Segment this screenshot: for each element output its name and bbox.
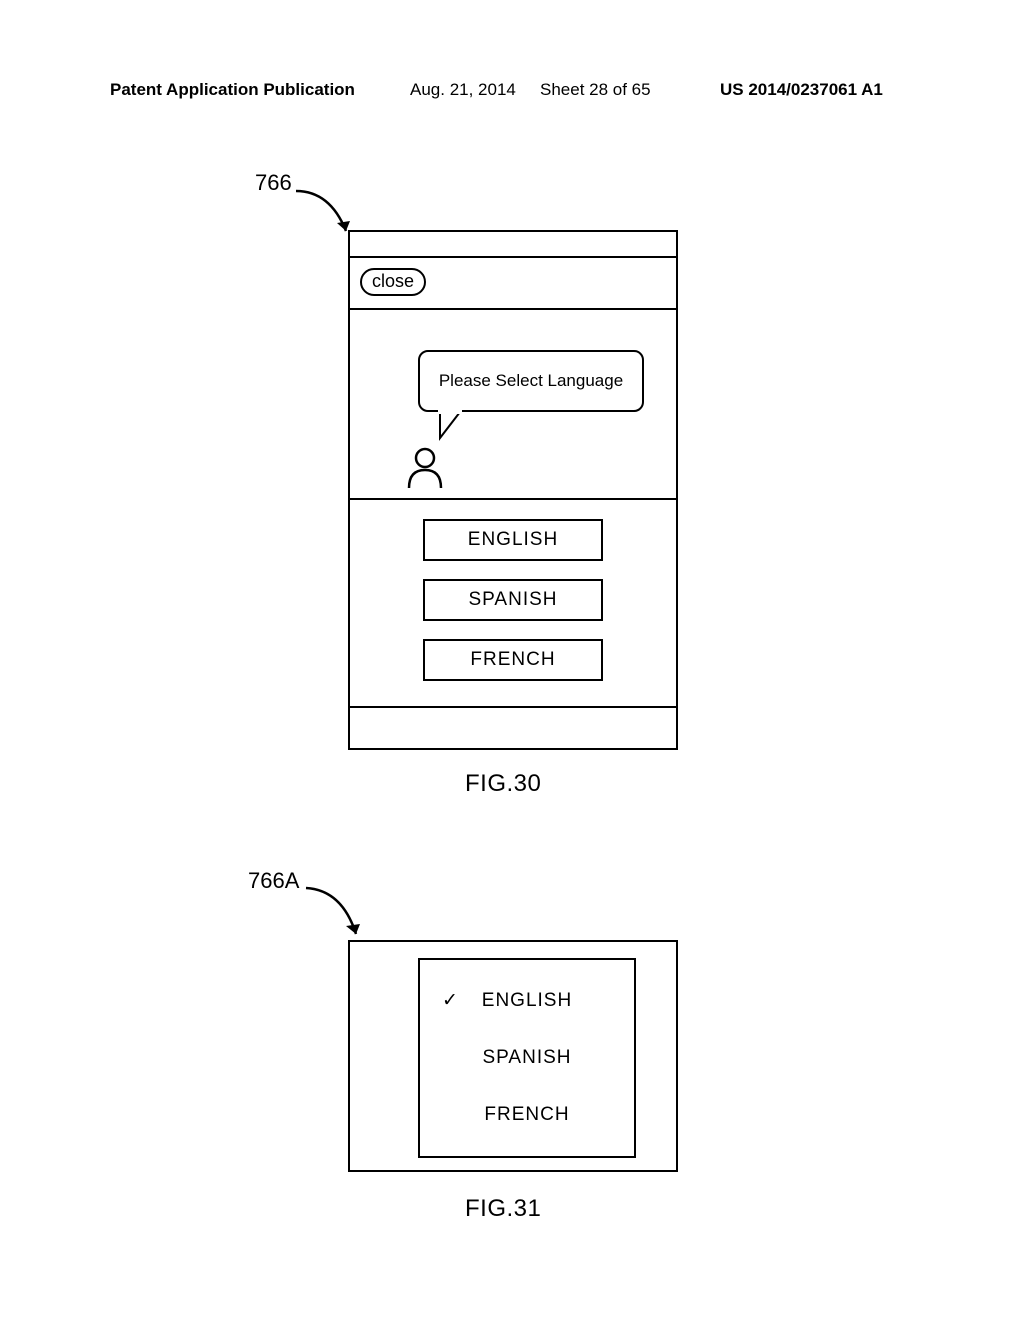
language-option-list: ENGLISH SPANISH FRENCH: [350, 500, 676, 708]
title-bar: close: [350, 258, 676, 310]
speech-bubble: Please Select Language: [418, 350, 644, 412]
figure-label-30: FIG.30: [465, 770, 541, 798]
option-label: SPANISH: [468, 589, 557, 611]
option-label: ENGLISH: [468, 529, 558, 551]
language-row-spanish[interactable]: SPANISH: [420, 1043, 634, 1073]
prompt-text: Please Select Language: [439, 371, 623, 391]
speech-bubble-tail-icon: [434, 408, 474, 448]
language-row-french[interactable]: FRENCH: [420, 1100, 634, 1130]
publication-date: Aug. 21, 2014: [410, 80, 516, 100]
option-label: FRENCH: [470, 649, 555, 671]
figure-label-31: FIG.31: [465, 1195, 541, 1223]
close-button[interactable]: close: [360, 268, 426, 296]
language-list-box: ✓ ENGLISH SPANISH FRENCH: [418, 958, 636, 1158]
status-bar: [350, 232, 676, 258]
person-icon: [405, 446, 445, 490]
language-option-english[interactable]: ENGLISH: [423, 519, 603, 561]
option-label: FRENCH: [484, 1104, 569, 1126]
language-option-spanish[interactable]: SPANISH: [423, 579, 603, 621]
mobile-device-fig30: close Please Select Language ENGLISH SPA…: [348, 230, 678, 750]
publication-type: Patent Application Publication: [110, 80, 355, 100]
patent-number: US 2014/0237061 A1: [720, 80, 883, 100]
option-label: ENGLISH: [482, 990, 572, 1012]
checkmark-icon: ✓: [442, 989, 459, 1012]
sheet-number: Sheet 28 of 65: [540, 80, 651, 100]
reference-numeral-766: 766: [255, 170, 292, 196]
option-label: SPANISH: [482, 1047, 571, 1069]
language-row-english[interactable]: ✓ ENGLISH: [420, 986, 634, 1016]
prompt-area: Please Select Language: [350, 310, 676, 500]
device-panel-fig31: ✓ ENGLISH SPANISH FRENCH: [348, 940, 678, 1172]
home-bar: [350, 708, 676, 748]
reference-numeral-766a: 766A: [248, 868, 299, 894]
language-option-french[interactable]: FRENCH: [423, 639, 603, 681]
